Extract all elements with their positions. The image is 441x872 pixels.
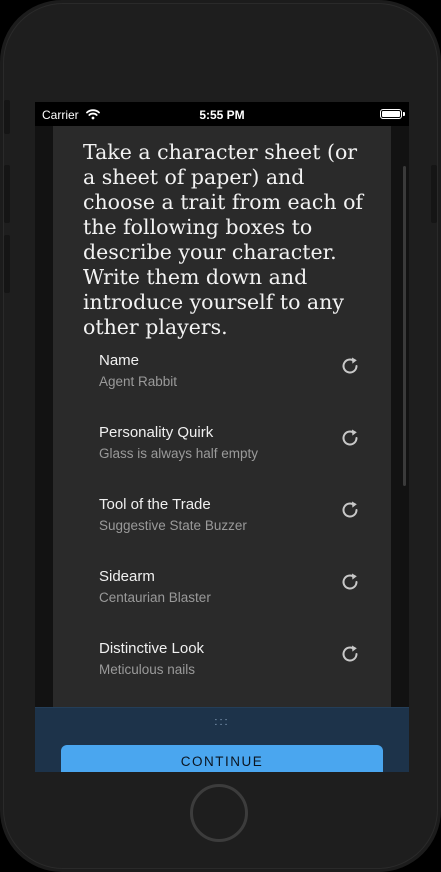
silent-switch xyxy=(4,100,10,134)
trait-label: Personality Quirk xyxy=(99,424,214,441)
trait-row-name: Name Agent Rabbit xyxy=(99,352,349,408)
screen: Carrier 5:55 PM Take a character sheet (… xyxy=(35,102,409,772)
trait-row-tool-of-the-trade: Tool of the Trade Suggestive State Buzze… xyxy=(99,496,349,552)
trait-value: Centaurian Blaster xyxy=(99,590,211,605)
main-content[interactable]: Take a character sheet (or a sheet of pa… xyxy=(35,126,409,772)
refresh-icon[interactable] xyxy=(339,427,361,449)
trait-value: Glass is always half empty xyxy=(99,446,259,461)
intro-text: Take a character sheet (or a sheet of pa… xyxy=(83,140,364,339)
refresh-icon[interactable] xyxy=(339,643,361,665)
status-time: 5:55 PM xyxy=(199,108,245,122)
volume-down-button xyxy=(4,235,10,293)
refresh-icon[interactable] xyxy=(339,499,361,521)
battery-icon xyxy=(380,109,405,119)
trait-value: Suggestive State Buzzer xyxy=(99,518,247,533)
status-bar: Carrier 5:55 PM xyxy=(35,102,409,126)
trait-label: Name xyxy=(99,352,140,369)
refresh-icon[interactable] xyxy=(339,571,361,593)
trait-label: Sidearm xyxy=(99,568,155,585)
trait-row-personality-quirk: Personality Quirk Glass is always half e… xyxy=(99,424,349,480)
trait-value: Agent Rabbit xyxy=(99,374,178,389)
bottom-sheet: ::: CONTINUE xyxy=(35,707,409,772)
continue-button[interactable]: CONTINUE xyxy=(61,745,383,772)
trait-value: Meticulous nails xyxy=(99,662,196,677)
volume-up-button xyxy=(4,165,10,223)
refresh-icon[interactable] xyxy=(339,355,361,377)
trait-label: Tool of the Trade xyxy=(99,496,211,513)
trait-row-sidearm: Sidearm Centaurian Blaster xyxy=(99,568,349,624)
trait-label: Distinctive Look xyxy=(99,640,205,657)
home-button[interactable] xyxy=(190,784,248,842)
scrollbar[interactable] xyxy=(403,166,406,486)
character-card: Take a character sheet (or a sheet of pa… xyxy=(53,126,391,746)
sheet-drag-handle[interactable]: ::: xyxy=(35,716,409,728)
trait-row-distinctive-look: Distinctive Look Meticulous nails xyxy=(99,640,349,696)
power-button xyxy=(431,165,437,223)
